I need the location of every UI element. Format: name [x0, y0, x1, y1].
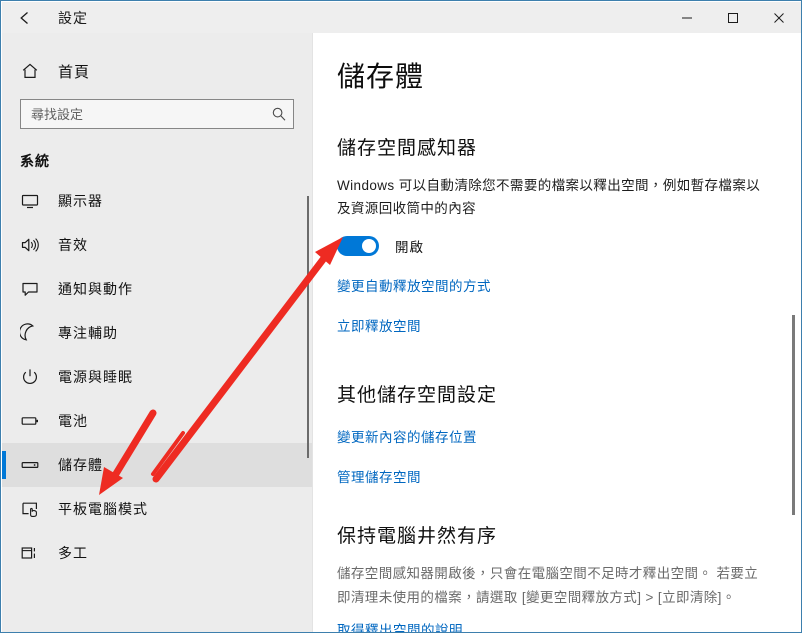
- title-bar: 設定: [2, 2, 801, 33]
- change-auto-free-space-link[interactable]: 變更自動釋放空間的方式: [337, 275, 491, 295]
- page-title: 儲存體: [337, 61, 425, 92]
- sidebar-item-focus-assist[interactable]: 專注輔助: [2, 311, 312, 355]
- tablet-mode-icon: [20, 499, 46, 519]
- get-help-free-space-link[interactable]: 取得釋出空間的說明: [337, 619, 463, 632]
- link-row: 變更新內容的儲存位置: [337, 426, 772, 447]
- search-box[interactable]: [20, 99, 294, 129]
- storage-sense-heading: 儲存空間感知器: [337, 138, 478, 159]
- keep-tidy-heading: 保持電腦井然有序: [337, 526, 498, 548]
- sidebar-group-title: 系統: [20, 153, 50, 169]
- sidebar-item-label: 音效: [58, 237, 88, 253]
- sidebar-item-notifications[interactable]: 通知與動作: [2, 267, 312, 311]
- sidebar-item-label: 多工: [58, 545, 88, 561]
- sidebar-item-tablet-mode[interactable]: 平板電腦模式: [2, 487, 312, 531]
- storage-sense-toggle-label: 開啟: [395, 240, 424, 256]
- main-scrollbar[interactable]: [790, 33, 800, 632]
- maximize-button[interactable]: [710, 2, 756, 33]
- battery-icon: [20, 411, 46, 431]
- sidebar-item-label: 通知與動作: [58, 281, 133, 297]
- change-new-content-location-link[interactable]: 變更新內容的儲存位置: [337, 426, 477, 446]
- sidebar-item-home[interactable]: 首頁: [2, 51, 312, 91]
- sidebar-home-label: 首頁: [58, 63, 91, 81]
- sidebar-item-power-sleep[interactable]: 電源與睡眠: [2, 355, 312, 399]
- sidebar-item-display[interactable]: 顯示器: [2, 179, 312, 223]
- sidebar-item-multitasking[interactable]: 多工: [2, 531, 312, 575]
- sidebar-item-label: 平板電腦模式: [58, 501, 148, 517]
- notification-bubble-icon: [20, 279, 46, 299]
- free-up-space-now-link[interactable]: 立即釋放空間: [337, 315, 421, 335]
- toggle-knob: [362, 239, 376, 254]
- sidebar-item-label: 專注輔助: [58, 325, 118, 341]
- sidebar-item-label: 顯示器: [58, 193, 103, 209]
- back-button[interactable]: [2, 2, 48, 33]
- storage-sense-toggle[interactable]: [337, 236, 379, 257]
- monitor-icon: [20, 191, 46, 211]
- close-button[interactable]: [756, 2, 801, 33]
- sidebar-item-storage[interactable]: 儲存體: [2, 443, 312, 487]
- multitasking-icon: [20, 543, 46, 563]
- search-icon[interactable]: [265, 100, 293, 128]
- back-arrow-icon: [15, 8, 35, 28]
- sidebar-scrollbar[interactable]: [307, 196, 309, 458]
- moon-icon: [20, 323, 46, 343]
- storage-sense-toggle-row: 開啟: [337, 236, 772, 257]
- app-title: 設定: [58, 9, 88, 26]
- main-content: 儲存體 儲存空間感知器 Windows 可以自動清除您不需要的檔案以釋出空間，例…: [313, 33, 801, 632]
- manage-storage-spaces-link[interactable]: 管理儲存空間: [337, 466, 421, 486]
- search-input[interactable]: [21, 100, 265, 128]
- sidebar: 首頁 系統 顯示器: [2, 33, 312, 632]
- settings-window: 設定 首頁 尋找設定 系統 顯示器 音效 通知與動作 專注輔助 電源與睡眠 電池…: [0, 0, 802, 633]
- sidebar-item-label: 電池: [58, 413, 88, 429]
- speaker-icon: [20, 235, 46, 255]
- home-icon: [20, 61, 46, 81]
- sidebar-item-sound[interactable]: 音效: [2, 223, 312, 267]
- minimize-button[interactable]: [664, 2, 710, 33]
- storage-drive-icon: [20, 455, 46, 475]
- other-storage-heading: 其他儲存空間設定: [337, 385, 498, 407]
- storage-sense-description: Windows 可以自動清除您不需要的檔案以釋出空間，例如暫存檔案以及資源回收筒…: [337, 178, 761, 217]
- link-row: 取得釋出空間的說明: [337, 619, 772, 632]
- link-row: 管理儲存空間: [337, 466, 772, 487]
- keep-tidy-description: 儲存空間感知器開啟後，只會在電腦空間不足時才釋出空間。 若要立即清理未使用的檔案…: [337, 566, 759, 605]
- sidebar-item-label: 電源與睡眠: [58, 369, 133, 385]
- main-scrollbar-thumb[interactable]: [792, 315, 795, 515]
- link-row: 變更自動釋放空間的方式: [337, 275, 772, 296]
- sidebar-item-label: 儲存體: [58, 457, 103, 473]
- link-row: 立即釋放空間: [337, 315, 772, 336]
- power-icon: [20, 367, 46, 387]
- window-controls: [664, 2, 801, 33]
- sidebar-item-battery[interactable]: 電池: [2, 399, 312, 443]
